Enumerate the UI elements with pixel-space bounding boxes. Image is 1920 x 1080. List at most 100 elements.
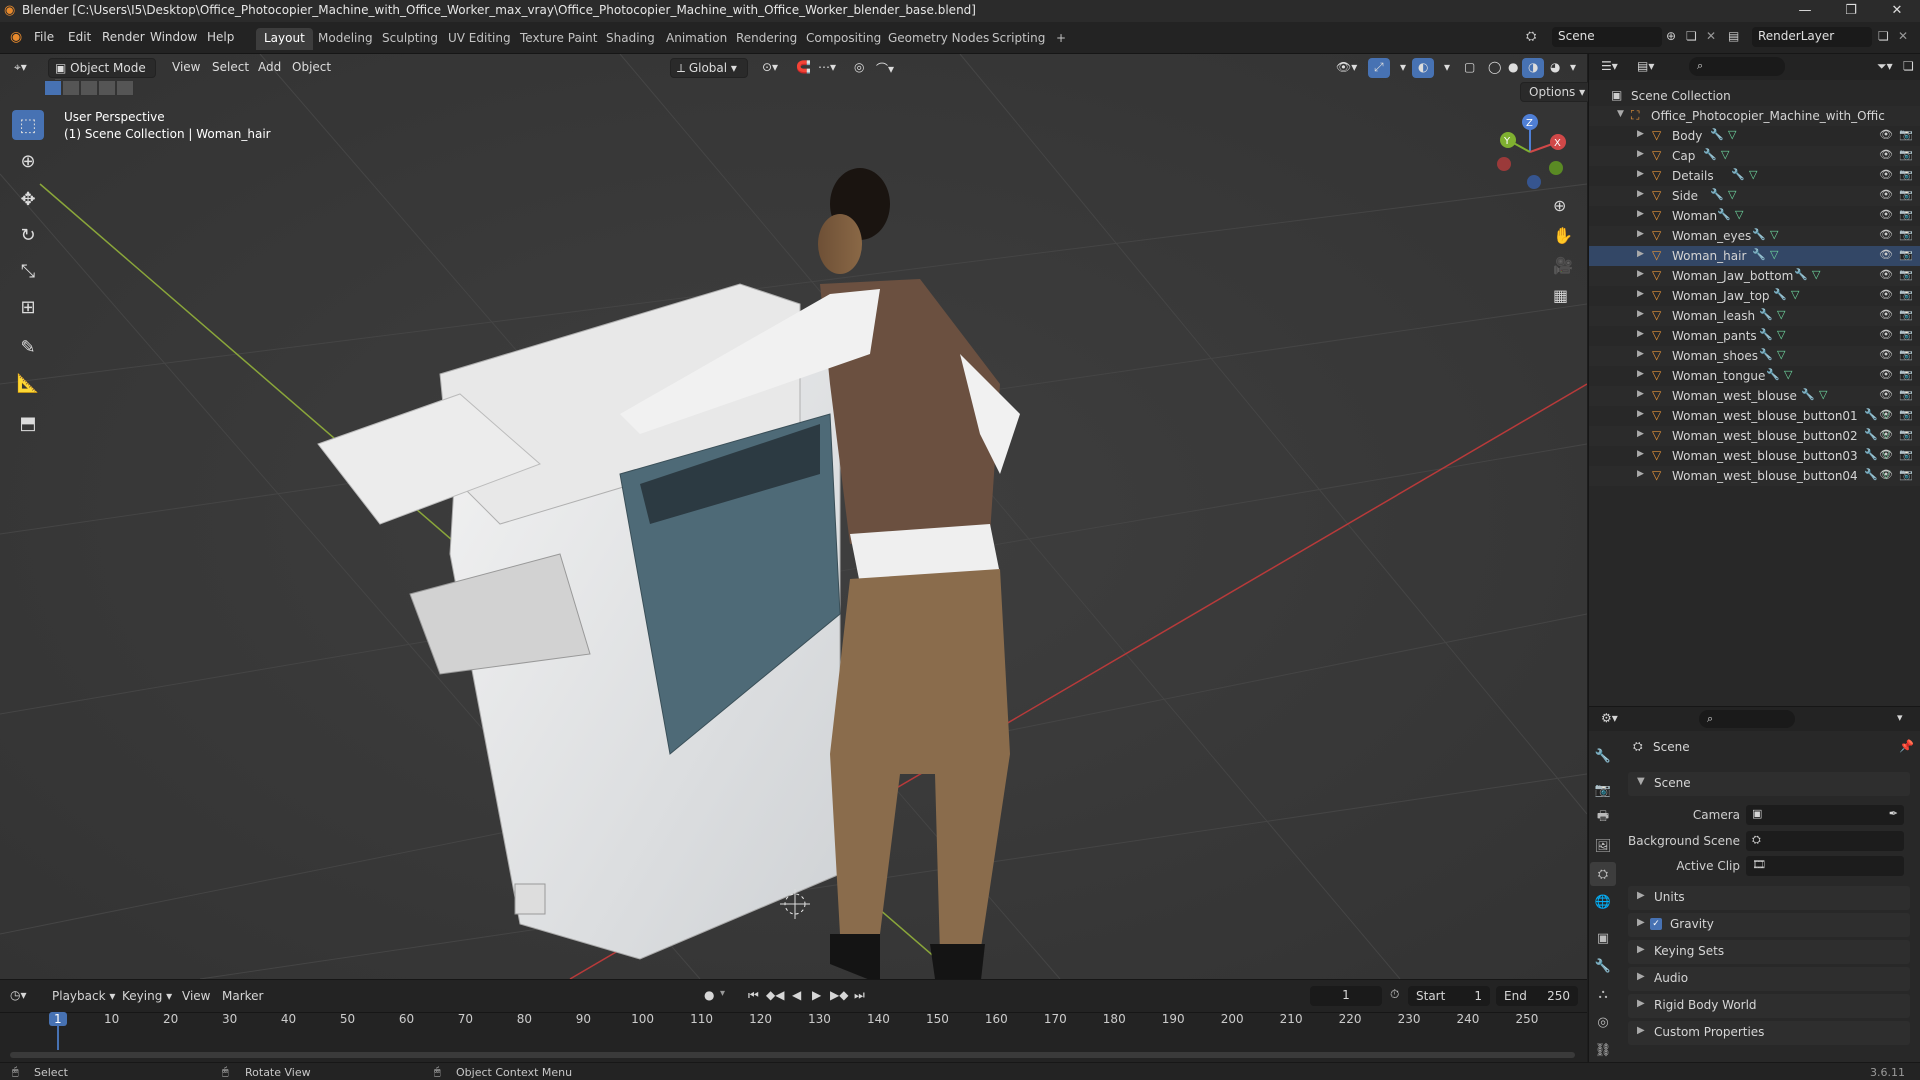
scene-selector-icon[interactable]: ⛭ xyxy=(1526,29,1536,44)
world-tab-icon[interactable]: 🌐 xyxy=(1590,890,1616,914)
constraints-tab-icon[interactable]: ⛓ xyxy=(1590,1038,1616,1062)
outliner-row-collection[interactable]: ▼ ⛶ Office_Photocopier_Machine_with_Offi… xyxy=(1589,106,1920,126)
gravity-section-header[interactable]: ▶ ✓ Gravity xyxy=(1628,913,1910,937)
menu-marker[interactable]: Marker xyxy=(222,989,263,1003)
keying-sets-section-header[interactable]: ▶ Keying Sets xyxy=(1628,940,1910,964)
expand-triangle-icon[interactable]: ▶ xyxy=(1637,169,1644,179)
render-tab-icon[interactable]: 📷 xyxy=(1590,778,1616,802)
tab-animation[interactable]: Animation xyxy=(658,28,735,50)
mesh-data-icon[interactable]: ▽ xyxy=(1728,188,1736,201)
tab-scripting[interactable]: Scripting xyxy=(984,28,1053,50)
overlays-dropdown-icon[interactable]: ▾ xyxy=(1438,58,1456,78)
expand-triangle-icon[interactable]: ▶ xyxy=(1637,329,1644,339)
transform-tool-icon[interactable]: ⊞ xyxy=(12,292,44,322)
modifier-wrench-icon[interactable]: 🔧 xyxy=(1864,468,1878,481)
3d-viewport[interactable]: User Perspective (1) Scene Collection | … xyxy=(0,54,1587,979)
render-camera-icon[interactable]: 📷 xyxy=(1899,268,1913,281)
modifier-wrench-icon[interactable]: 🔧 xyxy=(1717,208,1731,221)
jump-end-icon[interactable]: ⏭ xyxy=(854,988,865,1003)
options-dropdown[interactable]: Options ▾ xyxy=(1520,82,1595,102)
outliner-panel[interactable]: ☰▾ ▤▾ ⌕ ⏷▾ ❏ ▣ Scene Collection ▼ ⛶ Offi… xyxy=(1588,54,1920,706)
outliner-row-object[interactable]: ▶ ▽ Woman_hair 🔧 ▽ 👁 📷 xyxy=(1589,246,1920,266)
pin-scene-icon[interactable]: ⊕ xyxy=(1666,29,1676,43)
outliner-row-object[interactable]: ▶ ▽ Side 🔧 ▽ 👁 📷 xyxy=(1589,186,1920,206)
visibility-eye-icon[interactable]: 👁 xyxy=(1879,408,1893,421)
tab-texture-paint[interactable]: Texture Paint xyxy=(512,28,605,50)
filter-icon[interactable]: ⏷▾ xyxy=(1877,59,1893,74)
snap-target-icon[interactable]: ⋯▾ xyxy=(812,58,842,78)
menu-view[interactable]: View xyxy=(166,58,206,78)
rigid-body-world-section-header[interactable]: ▶ Rigid Body World xyxy=(1628,994,1910,1018)
menu-playback[interactable]: Playback ▾ xyxy=(52,989,115,1003)
new-view-layer-icon[interactable]: ❏ xyxy=(1878,29,1889,43)
mode-selector[interactable]: ▣ Object Mode ▾ xyxy=(48,58,156,89)
measure-tool-icon[interactable]: 📐 xyxy=(12,368,44,398)
add-cube-tool-icon[interactable]: ⬒ xyxy=(12,408,44,438)
editor-type-icon[interactable]: ⌖▾ xyxy=(8,58,33,78)
ortho-grid-icon[interactable]: ▦ xyxy=(1553,286,1568,305)
expand-triangle-icon[interactable]: ▼ xyxy=(1617,109,1624,119)
camera-field[interactable]: ▣ ✒ xyxy=(1746,805,1904,825)
jump-keyframe-forward-icon[interactable]: ▶◆ xyxy=(830,988,848,1002)
render-camera-icon[interactable]: 📷 xyxy=(1899,288,1913,301)
mesh-data-icon[interactable]: ▽ xyxy=(1728,128,1736,141)
gizmo-toggle-icon[interactable]: ⤢ xyxy=(1368,58,1390,78)
modifier-wrench-icon[interactable]: 🔧 xyxy=(1710,188,1724,201)
menu-select[interactable]: Select xyxy=(206,58,255,78)
visibility-eye-icon[interactable]: 👁 xyxy=(1879,288,1893,301)
outliner-row-object[interactable]: ▶ ▽ Woman_leash 🔧 ▽ 👁 📷 xyxy=(1589,306,1920,326)
render-camera-icon[interactable]: 📷 xyxy=(1899,428,1913,441)
play-icon[interactable]: ▶ xyxy=(812,988,821,1002)
expand-triangle-icon[interactable]: ▶ xyxy=(1637,469,1644,479)
expand-triangle-icon[interactable]: ▶ xyxy=(1637,189,1644,199)
render-camera-icon[interactable]: 📷 xyxy=(1899,408,1913,421)
tab-rendering[interactable]: Rendering xyxy=(728,28,805,50)
select-box-tool-icon[interactable]: ⬚ xyxy=(12,110,44,140)
modifier-tab-icon[interactable]: 🔧 xyxy=(1590,954,1616,978)
visibility-eye-icon[interactable]: 👁 xyxy=(1879,168,1893,181)
menu-add[interactable]: Add xyxy=(252,58,287,78)
menu-object[interactable]: Object xyxy=(286,58,337,78)
scene-field[interactable]: Scene xyxy=(1552,27,1662,47)
annotate-tool-icon[interactable]: ✎ xyxy=(12,332,44,362)
render-camera-icon[interactable]: 📷 xyxy=(1899,128,1913,141)
select-intersect-icon[interactable] xyxy=(116,80,134,96)
modifier-wrench-icon[interactable]: 🔧 xyxy=(1864,448,1878,461)
tab-layout[interactable]: Layout xyxy=(256,28,313,50)
navigation-gizmo[interactable]: Z X Y xyxy=(1490,112,1570,192)
transform-orientation[interactable]: ⟂ Global ▾ xyxy=(670,58,748,78)
visibility-eye-icon[interactable]: 👁 xyxy=(1879,248,1893,261)
menu-timeline-view[interactable]: View xyxy=(182,989,210,1003)
audio-section-header[interactable]: ▶ Audio xyxy=(1628,967,1910,991)
units-section-header[interactable]: ▶ Units xyxy=(1628,886,1910,910)
render-layer-field[interactable]: RenderLayer xyxy=(1752,27,1872,47)
timeline-editor-type-icon[interactable]: ◷▾ xyxy=(10,988,27,1002)
gravity-checkbox[interactable]: ✓ xyxy=(1650,918,1662,930)
modifier-wrench-icon[interactable]: 🔧 xyxy=(1759,328,1773,341)
modifier-wrench-icon[interactable]: 🔧 xyxy=(1766,368,1780,381)
render-camera-icon[interactable]: 📷 xyxy=(1899,328,1913,341)
expand-triangle-icon[interactable]: ▶ xyxy=(1637,269,1644,279)
outliner-row-object[interactable]: ▶ ▽ Cap 🔧 ▽ 👁 📷 xyxy=(1589,146,1920,166)
expand-triangle-icon[interactable]: ▶ xyxy=(1637,229,1644,239)
render-camera-icon[interactable]: 📷 xyxy=(1899,388,1913,401)
tab-compositing[interactable]: Compositing xyxy=(798,28,889,50)
render-camera-icon[interactable]: 📷 xyxy=(1899,348,1913,361)
render-camera-icon[interactable]: 📷 xyxy=(1899,148,1913,161)
select-extend-icon[interactable] xyxy=(62,80,80,96)
expand-triangle-icon[interactable]: ▶ xyxy=(1637,209,1644,219)
object-tab-icon[interactable]: ▣ xyxy=(1590,926,1616,950)
outliner-row-object[interactable]: ▶ ▽ Woman_west_blouse_button03 🔧 ▽ 👁 📷 xyxy=(1589,446,1920,466)
jump-keyframe-back-icon[interactable]: ◆◀ xyxy=(766,988,784,1002)
menu-edit[interactable]: Edit xyxy=(68,30,91,44)
expand-triangle-icon[interactable]: ▶ xyxy=(1637,289,1644,299)
visibility-eye-icon[interactable]: 👁 xyxy=(1879,348,1893,361)
play-reverse-icon[interactable]: ◀ xyxy=(792,988,801,1002)
mesh-data-icon[interactable]: ▽ xyxy=(1721,148,1729,161)
render-camera-icon[interactable]: 📷 xyxy=(1899,208,1913,221)
mesh-data-icon[interactable]: ▽ xyxy=(1777,308,1785,321)
end-frame-field[interactable]: End 250 xyxy=(1496,986,1578,1006)
blender-menu-icon[interactable]: ◉ xyxy=(10,29,22,45)
delete-view-layer-icon[interactable]: ✕ xyxy=(1898,29,1908,43)
mesh-data-icon[interactable]: ▽ xyxy=(1735,208,1743,221)
